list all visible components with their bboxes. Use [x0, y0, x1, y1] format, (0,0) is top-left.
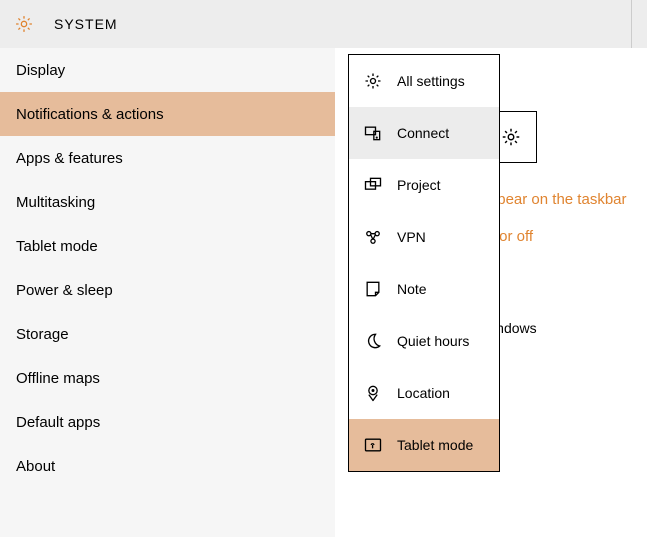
note-icon: [363, 279, 397, 299]
popup-item-quiet-hours[interactable]: Quiet hours: [349, 315, 499, 367]
vpn-icon: [363, 227, 397, 247]
popup-item-label: VPN: [397, 229, 426, 245]
sidebar-item-label: Default apps: [16, 414, 100, 431]
gear-icon: [14, 14, 34, 34]
sidebar-item-label: About: [16, 458, 55, 475]
header: SYSTEM: [0, 0, 647, 48]
sidebar-item-label: Storage: [16, 326, 69, 343]
sidebar-item-label: Notifications & actions: [16, 106, 164, 123]
popup-item-label: Project: [397, 177, 441, 193]
page-title: SYSTEM: [54, 16, 118, 32]
gear-icon: [363, 71, 397, 91]
popup-item-label: Connect: [397, 125, 449, 141]
sidebar-item-notifications[interactable]: Notifications & actions: [0, 92, 335, 136]
popup-item-tablet-mode[interactable]: Tablet mode: [349, 419, 499, 471]
sidebar-item-label: Display: [16, 62, 65, 79]
connect-icon: [363, 123, 397, 143]
location-icon: [363, 383, 397, 403]
sidebar: Display Notifications & actions Apps & f…: [0, 48, 335, 537]
tablet-icon: [363, 435, 397, 455]
sidebar-item-tablet-mode[interactable]: Tablet mode: [0, 224, 335, 268]
sidebar-item-label: Offline maps: [16, 370, 100, 387]
sidebar-item-label: Tablet mode: [16, 238, 98, 255]
popup-item-connect[interactable]: Connect: [349, 107, 499, 159]
window-control-area[interactable]: [631, 0, 647, 48]
popup-item-label: Quiet hours: [397, 333, 469, 349]
popup-item-location[interactable]: Location: [349, 367, 499, 419]
popup-item-label: All settings: [397, 73, 465, 89]
popup-item-project[interactable]: Project: [349, 159, 499, 211]
quick-actions-popup: All settings Connect Project VPN Note Qu…: [348, 54, 500, 472]
sidebar-item-offline-maps[interactable]: Offline maps: [0, 356, 335, 400]
sidebar-item-about[interactable]: About: [0, 444, 335, 488]
sidebar-item-storage[interactable]: Storage: [0, 312, 335, 356]
project-icon: [363, 175, 397, 195]
sidebar-item-display[interactable]: Display: [0, 48, 335, 92]
sidebar-item-apps[interactable]: Apps & features: [0, 136, 335, 180]
sidebar-item-multitasking[interactable]: Multitasking: [0, 180, 335, 224]
popup-item-all-settings[interactable]: All settings: [349, 55, 499, 107]
popup-item-label: Tablet mode: [397, 437, 473, 453]
sidebar-item-default-apps[interactable]: Default apps: [0, 400, 335, 444]
sidebar-item-label: Power & sleep: [16, 282, 113, 299]
popup-item-label: Note: [397, 281, 427, 297]
popup-item-label: Location: [397, 385, 450, 401]
popup-item-note[interactable]: Note: [349, 263, 499, 315]
sidebar-item-power[interactable]: Power & sleep: [0, 268, 335, 312]
sidebar-item-label: Apps & features: [16, 150, 123, 167]
moon-icon: [363, 331, 397, 351]
popup-item-vpn[interactable]: VPN: [349, 211, 499, 263]
gear-icon: [500, 126, 522, 148]
sidebar-item-label: Multitasking: [16, 194, 95, 211]
